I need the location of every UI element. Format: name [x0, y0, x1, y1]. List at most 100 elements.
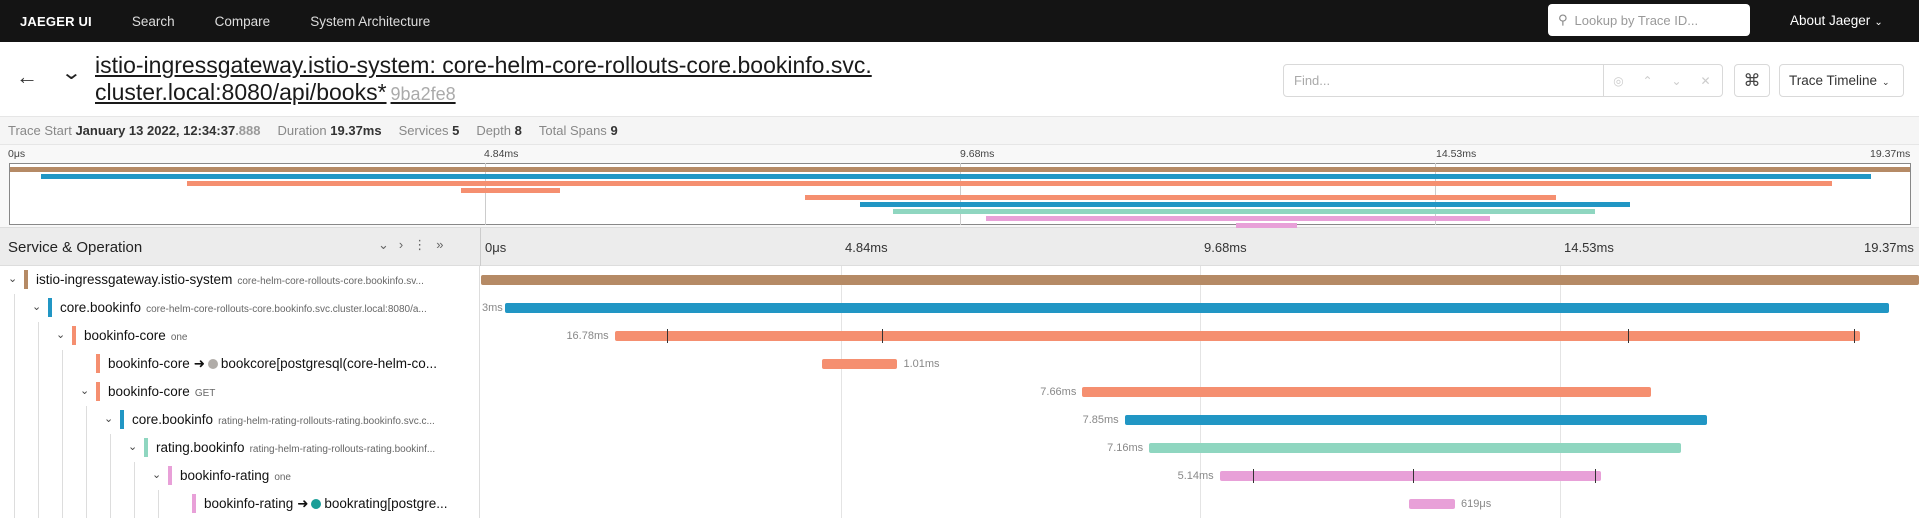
trace-title[interactable]: istio-ingressgateway.istio-system: core-…	[95, 52, 925, 108]
span-row[interactable]: ⌄ bookinfo-rating one 5.14ms	[0, 462, 1919, 490]
span-duration-bar[interactable]	[1149, 443, 1681, 453]
span-row[interactable]: bookinfo-core ➜ bookcore[postgresql(core-…	[0, 350, 1919, 378]
expand-all-icon[interactable]: ⋮	[413, 237, 436, 252]
timeline-gridline	[840, 434, 842, 462]
indent-guide	[38, 350, 39, 378]
about-jaeger-menu[interactable]: About Jaeger ⌄	[1790, 13, 1883, 28]
span-name-cell[interactable]: ⌄ core.bookinfo rating-helm-rating-rollout…	[0, 406, 480, 434]
span-duration-bar[interactable]	[1219, 471, 1602, 481]
span-name-cell[interactable]: ⌄ bookinfo-core GET	[0, 378, 480, 406]
span-log-tick[interactable]	[1412, 469, 1414, 483]
trace-title-line2: cluster.local:8080/api/books*	[95, 79, 387, 105]
timeline-tick: 14.53ms	[1564, 240, 1614, 255]
expand-chevron-icon[interactable]: ⌄	[104, 412, 113, 425]
span-row[interactable]: ⌄ bookinfo-core one 16.78ms	[0, 322, 1919, 350]
span-service-name[interactable]: bookinfo-rating ➜ bookrating[postgre...	[204, 496, 447, 512]
span-name-cell[interactable]: ⌄ rating.bookinfo rating-helm-rating-rollo…	[0, 434, 480, 462]
locate-icon[interactable]: ◎	[1604, 65, 1633, 96]
span-name-cell[interactable]: bookinfo-rating ➜ bookrating[postgre...	[0, 490, 480, 518]
span-log-tick[interactable]	[666, 329, 668, 343]
span-log-tick[interactable]	[1594, 469, 1596, 483]
service-label: bookinfo-rating	[204, 496, 294, 511]
expand-one-icon[interactable]: ›	[399, 237, 413, 252]
collapse-expand-controls[interactable]: ⌄›⋮»	[378, 237, 453, 253]
span-service-name[interactable]: rating.bookinfo rating-helm-rating-rollou…	[156, 440, 435, 455]
span-row[interactable]: ⌄ bookinfo-core GET 7.66ms	[0, 378, 1919, 406]
span-log-tick[interactable]	[881, 329, 883, 343]
span-service-name[interactable]: core.bookinfo core-helm-core-rollouts-cor…	[60, 300, 427, 315]
prev-match-icon[interactable]: ⌃	[1633, 65, 1662, 96]
span-duration-bar[interactable]	[504, 303, 1890, 313]
expand-chevron-icon[interactable]: ⌄	[32, 300, 41, 313]
trace-minimap[interactable]: 0μs 4.84ms 9.68ms 14.53ms 19.37ms	[0, 145, 1919, 228]
indent-guide	[134, 462, 135, 490]
service-color-bar	[24, 270, 28, 289]
span-duration-bar[interactable]	[614, 331, 1861, 341]
total-spans-label: Total Spans	[538, 123, 607, 138]
clear-icon[interactable]: ✕	[1691, 65, 1720, 96]
expand-chevron-icon[interactable]: ⌄	[8, 272, 17, 285]
find-input[interactable]: Find...	[1284, 65, 1604, 96]
duration-value: 19.37ms	[330, 123, 382, 138]
span-service-name[interactable]: bookinfo-core one	[84, 328, 188, 343]
span-name-cell[interactable]: ⌄ istio-ingressgateway.istio-system core-h…	[0, 266, 480, 294]
span-duration-bar[interactable]	[1408, 499, 1455, 509]
span-service-name[interactable]: bookinfo-core ➜ bookcore[postgresql(core-…	[108, 356, 437, 372]
span-duration-label: 1.01ms	[903, 358, 940, 370]
span-name-cell[interactable]: bookinfo-core ➜ bookcore[postgresql(core-…	[0, 350, 480, 378]
span-row[interactable]: ⌄ rating.bookinfo rating-helm-rating-rollo…	[0, 434, 1919, 462]
span-log-tick[interactable]	[1253, 469, 1255, 483]
expand-chevron-icon[interactable]: ⌄	[80, 384, 89, 397]
span-name-cell[interactable]: ⌄ bookinfo-rating one	[0, 462, 480, 490]
span-row[interactable]: bookinfo-rating ➜ bookrating[postgre... 61…	[0, 490, 1919, 518]
span-row[interactable]: ⌄ core.bookinfo rating-helm-rating-rollout…	[0, 406, 1919, 434]
expand-chevron-icon[interactable]: ⌄	[128, 440, 137, 453]
indent-guide	[14, 350, 15, 378]
collapse-all-icon[interactable]: »	[436, 237, 453, 252]
span-service-name[interactable]: bookinfo-core GET	[108, 384, 215, 399]
peer-target-label: bookrating[postgre...	[324, 496, 448, 511]
indent-guide	[62, 434, 63, 462]
span-duration-bar[interactable]	[822, 359, 898, 369]
chevron-down-icon: ⌄	[1882, 77, 1890, 87]
total-spans: Total Spans 9	[539, 123, 618, 138]
trace-header: ← ⌄ istio-ingressgateway.istio-system: c…	[0, 42, 1919, 117]
minimap-span-bar	[860, 202, 1631, 207]
span-log-tick[interactable]	[1854, 329, 1856, 343]
span-row[interactable]: ⌄ istio-ingressgateway.istio-system core-h…	[0, 266, 1919, 294]
span-rows: ⌄ istio-ingressgateway.istio-system core-h…	[0, 266, 1919, 518]
span-duration-label: 619μs	[1461, 498, 1492, 510]
back-arrow-icon[interactable]: ←	[16, 64, 38, 90]
service-label: core.bookinfo	[60, 300, 142, 315]
span-name-cell[interactable]: ⌄ core.bookinfo core-helm-core-rollouts-co…	[0, 294, 480, 322]
column-divider[interactable]	[480, 228, 481, 266]
span-duration-label: 5.14ms	[1177, 470, 1214, 482]
service-label: bookinfo-core	[108, 356, 190, 371]
nav-compare[interactable]: Compare	[215, 14, 271, 29]
span-name-cell[interactable]: ⌄ bookinfo-core one	[0, 322, 480, 350]
span-service-name[interactable]: bookinfo-rating one	[180, 468, 291, 483]
next-match-icon[interactable]: ⌄	[1662, 65, 1691, 96]
trace-id-lookup-input[interactable]: ⚲ Lookup by Trace ID...	[1548, 4, 1750, 36]
nav-system-architecture[interactable]: System Architecture	[310, 14, 430, 29]
collapse-chevron-icon[interactable]: ⌄	[60, 60, 82, 85]
span-duration-bar[interactable]	[481, 275, 1919, 285]
minimap-span-bar	[186, 181, 1833, 186]
span-row[interactable]: ⌄ core.bookinfo core-helm-core-rollouts-co…	[0, 294, 1919, 322]
nav-search[interactable]: Search	[132, 14, 175, 29]
collapse-one-icon[interactable]: ⌄	[378, 237, 399, 252]
span-log-tick[interactable]	[1627, 329, 1629, 343]
span-duration-bar[interactable]	[1082, 387, 1651, 397]
expand-chevron-icon[interactable]: ⌄	[152, 468, 161, 481]
span-service-name[interactable]: istio-ingressgateway.istio-system core-he…	[36, 272, 424, 287]
view-select[interactable]: Trace Timeline ⌄	[1779, 64, 1904, 97]
span-service-name[interactable]: core.bookinfo rating-helm-rating-rollouts…	[132, 412, 435, 427]
brand-logo[interactable]: JAEGER UI	[20, 14, 92, 29]
span-duration-bar[interactable]	[1124, 415, 1708, 425]
indent-guide	[134, 490, 135, 518]
keyboard-shortcuts-icon[interactable]: ⌘	[1734, 64, 1770, 97]
expand-chevron-icon[interactable]: ⌄	[56, 328, 65, 341]
service-label: core.bookinfo	[132, 412, 214, 427]
peer-target-label: bookcore[postgresql(core-helm-co...	[220, 356, 437, 371]
minimap-span-bar	[985, 216, 1491, 221]
